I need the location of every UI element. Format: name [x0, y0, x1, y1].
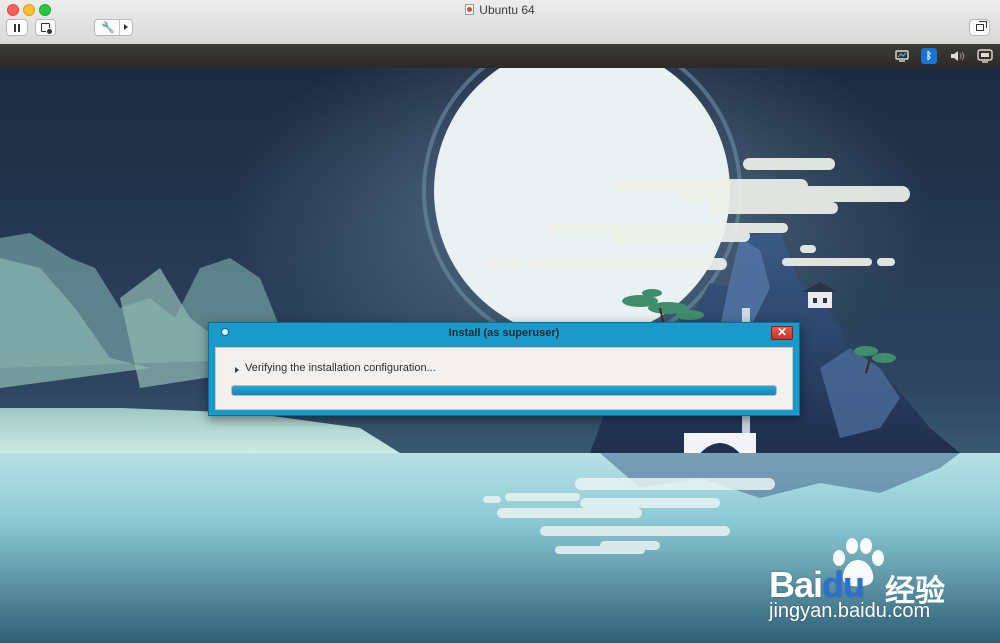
dialog-title: Install (as superuser): [448, 327, 560, 339]
details-expander-icon[interactable]: [235, 367, 239, 373]
vm-document-icon: [465, 4, 475, 15]
monitor-icon[interactable]: [976, 48, 994, 64]
dialog-body: Verifying the installation configuration…: [215, 347, 793, 410]
install-dialog: Install (as superuser) ✕ Verifying the i…: [208, 322, 800, 416]
restore-window-icon: [975, 21, 987, 31]
restore-window-button[interactable]: [969, 19, 990, 36]
chevron-right-icon[interactable]: [124, 24, 128, 30]
bluetooth-icon[interactable]: ᛒ: [921, 48, 937, 64]
vm-window-titlebar: Ubuntu 64 🔧: [0, 0, 1000, 45]
settings-divider: [119, 20, 120, 35]
ubuntu-top-panel: ᛒ: [0, 44, 1000, 68]
wrench-icon: 🔧: [101, 22, 115, 34]
pause-icon: [13, 23, 21, 32]
snapshot-button[interactable]: [35, 19, 56, 36]
status-text: Verifying the installation configuration…: [245, 362, 436, 374]
dialog-close-button[interactable]: ✕: [771, 326, 793, 340]
pause-button[interactable]: [6, 19, 28, 36]
window-title-text: Ubuntu 64: [479, 3, 535, 17]
snapshot-icon: [41, 23, 53, 35]
window-title: Ubuntu 64: [0, 2, 1000, 18]
progress-bar-fill: [232, 386, 776, 395]
progress-bar: [231, 385, 777, 396]
dialog-titlebar[interactable]: Install (as superuser) ✕: [209, 323, 799, 345]
watermark-url: jingyan.baidu.com: [769, 600, 931, 622]
display-icon[interactable]: [893, 48, 911, 64]
settings-button[interactable]: 🔧: [94, 19, 133, 36]
volume-icon[interactable]: [949, 48, 967, 64]
baidu-watermark: Baidu 经验 jingyan.baidu.com: [765, 536, 965, 626]
